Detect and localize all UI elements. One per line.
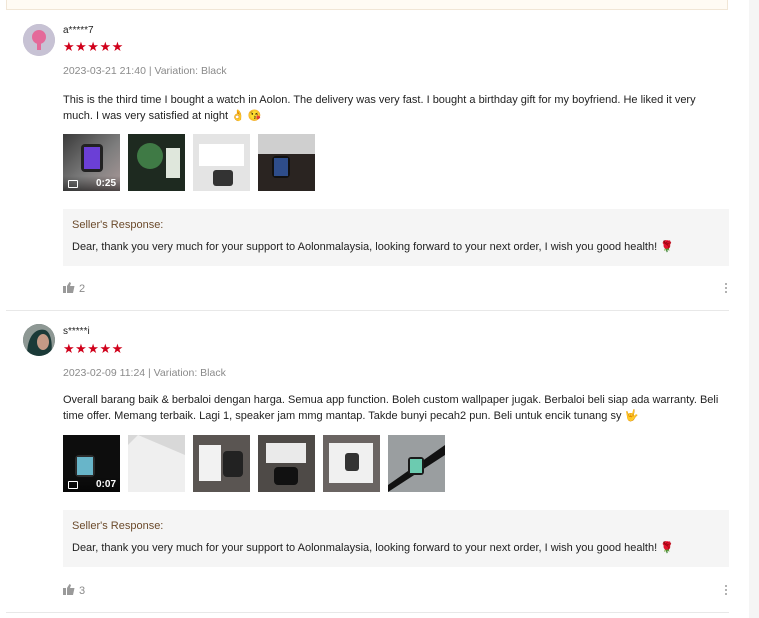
review-image-thumb[interactable] [323,435,380,492]
divider [6,310,729,311]
media-list: 0:07 [63,435,445,492]
seller-response-text: Dear, thank you very much for your suppo… [72,241,674,253]
video-duration: 0:07 [95,479,116,490]
review-image-thumb[interactable] [128,435,185,492]
video-camera-icon [68,481,78,489]
review-text: Overall barang baik & berbaloi dengan ha… [63,394,719,422]
seller-response-title: Seller's Response: [72,219,164,231]
review-image-thumb[interactable] [258,435,315,492]
username: s*****i [63,326,90,337]
review-meta: 2023-02-09 11:24 | Variation: Black [63,367,226,379]
review-video-thumb[interactable]: 0:25 [63,134,120,191]
seller-response-title: Seller's Response: [72,520,164,532]
review-image-thumb[interactable] [258,134,315,191]
media-list: 0:25 [63,134,315,191]
review-image-thumb[interactable] [128,134,185,191]
avatar[interactable] [23,324,55,356]
review-image-thumb[interactable] [193,134,250,191]
review-meta: 2023-03-21 21:40 | Variation: Black [63,65,227,77]
scrollbar-track[interactable] [749,0,759,618]
seller-response-text: Dear, thank you very much for your suppo… [72,542,674,554]
thumbs-up-icon [63,584,75,598]
more-vertical-icon[interactable] [725,585,728,597]
review-image-thumb[interactable] [388,435,445,492]
review-image-thumb[interactable] [193,435,250,492]
thumbs-up-icon [63,282,75,296]
more-vertical-icon[interactable] [725,283,728,295]
video-duration: 0:25 [95,178,116,189]
review-video-thumb[interactable]: 0:07 [63,435,120,492]
divider [6,612,729,613]
like-button[interactable]: 2 [63,282,85,296]
star-rating: ★★★★★ [63,341,124,356]
video-camera-icon [68,180,78,188]
star-rating: ★★★★★ [63,39,124,54]
seller-response: Seller's Response: Dear, thank you very … [63,510,729,567]
username: a*****7 [63,25,94,36]
top-banner [6,0,728,10]
like-count: 2 [79,283,86,295]
like-button[interactable]: 3 [63,584,85,598]
like-count: 3 [79,585,86,597]
avatar[interactable] [23,24,55,56]
review-text: This is the third time I bought a watch … [63,94,696,122]
seller-response: Seller's Response: Dear, thank you very … [63,209,729,266]
